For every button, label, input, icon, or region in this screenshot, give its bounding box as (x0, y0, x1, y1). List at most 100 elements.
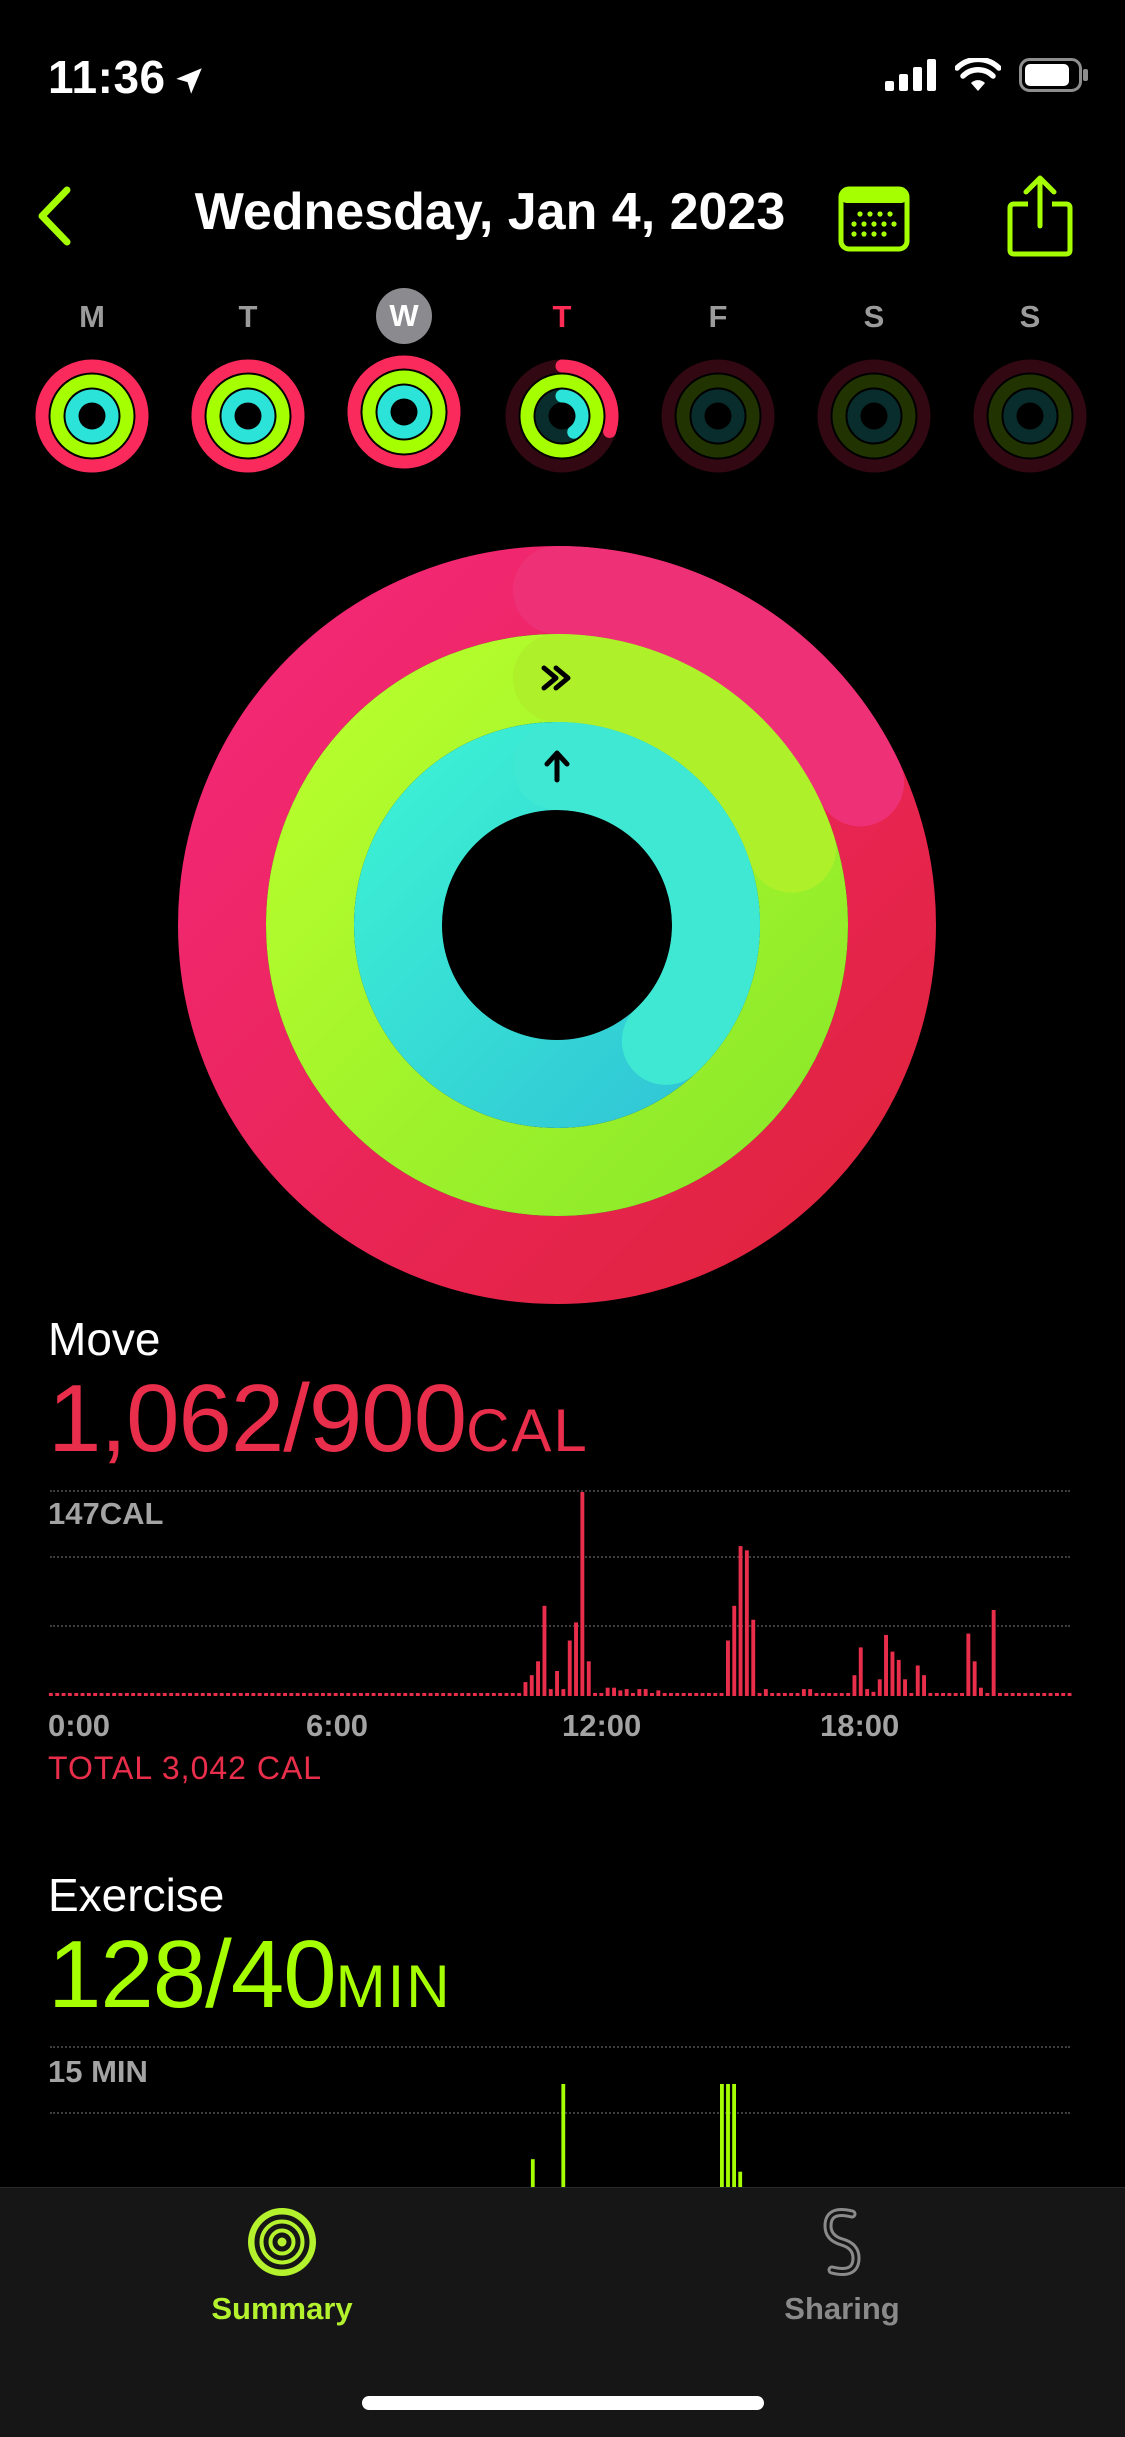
share-icon (1007, 175, 1073, 257)
chart-bar (801, 1689, 806, 1696)
chart-bar (226, 1693, 230, 1696)
stand-ring-progress (555, 389, 589, 439)
chart-bar (396, 1693, 401, 1696)
chart-bar (200, 1693, 205, 1696)
tab-summary[interactable]: Summary (152, 2204, 412, 2327)
x-tick-label: 18:00 (820, 1708, 900, 1743)
chart-bar (877, 1679, 882, 1696)
chart-bar (726, 2084, 730, 2196)
exercise-label: Exercise (48, 1869, 225, 1921)
chart-bar (567, 1640, 572, 1696)
chart-bar (390, 1693, 395, 1696)
chart-bar (624, 1689, 629, 1696)
stand-ring-progress (65, 389, 119, 443)
move-unit: CAL (466, 1397, 589, 1464)
chart-bar (726, 1640, 730, 1696)
chart-bar (884, 1634, 888, 1696)
mini-ring (973, 359, 1087, 473)
status-time: 11:36 (48, 50, 206, 104)
stand-ring (354, 722, 760, 1128)
chart-bar (453, 1693, 458, 1696)
home-indicator (362, 2396, 764, 2410)
chart-bar (732, 1605, 737, 1696)
exercise-value: 128/40 (48, 1921, 337, 2028)
week-day-wed[interactable]: W (344, 288, 464, 472)
chart-bar (169, 1693, 174, 1696)
move-value-row: 1,062/900CAL (48, 1364, 589, 1474)
status-time-text: 11:36 (48, 51, 166, 103)
chart-bar (403, 1693, 408, 1696)
wifi-icon (955, 58, 1001, 91)
chart-bar (763, 1689, 768, 1696)
chart-bar (517, 1693, 522, 1696)
mini-ring (35, 359, 149, 473)
chart-bar (719, 1693, 724, 1696)
chart-bar (1036, 1693, 1040, 1696)
chart-bar (903, 1679, 907, 1696)
share-button[interactable] (1000, 174, 1080, 258)
chart-bar (574, 1622, 578, 1696)
chart-bar (612, 1687, 616, 1696)
chart-bar (966, 1633, 971, 1696)
chart-bar (922, 1675, 926, 1696)
chart-bar (352, 1693, 357, 1696)
chart-bar (289, 1693, 294, 1696)
chart-bar (972, 1661, 977, 1696)
chart-bar (757, 1693, 762, 1696)
chart-bar (1055, 1693, 1059, 1696)
chart-bar (820, 1693, 825, 1696)
chart-bar (61, 1693, 66, 1696)
chart-bar (48, 1693, 53, 1696)
chart-bar (472, 1693, 477, 1696)
chart-bar (529, 1675, 534, 1696)
chart-bar (194, 1693, 199, 1696)
chart-bar (953, 1693, 958, 1696)
week-day-thu[interactable]: T (502, 292, 622, 476)
chart-bar (86, 1693, 91, 1696)
activity-rings[interactable] (172, 540, 942, 1310)
chart-bar (960, 1693, 964, 1696)
week-day-mon[interactable]: M (32, 292, 152, 476)
chart-bar (555, 1671, 559, 1696)
chart-bar (700, 1693, 705, 1696)
chart-bar (156, 1693, 161, 1696)
chart-bar (112, 1693, 117, 1696)
chart-bar (593, 1693, 597, 1696)
chart-bar (1048, 1693, 1053, 1696)
week-day-sat[interactable]: S (814, 292, 934, 476)
chart-bar (105, 1693, 110, 1696)
chart-bar (662, 1693, 667, 1696)
chart-bar (789, 1693, 794, 1696)
move-value: 1,062/900 (48, 1365, 467, 1472)
chart-bar (713, 1693, 718, 1696)
chart-bar (523, 1682, 528, 1696)
chart-bar (580, 1492, 585, 1696)
chart-bar (371, 1693, 376, 1696)
chart-bar (504, 1693, 509, 1696)
chart-bar (422, 1693, 427, 1696)
day-letter: T (552, 299, 572, 334)
chart-bar (137, 1693, 142, 1696)
day-letter: S (863, 299, 885, 334)
mini-ring (661, 359, 775, 473)
chart-bar (188, 1693, 192, 1696)
chart-bar (681, 1693, 686, 1696)
chart-bar (915, 1665, 920, 1696)
chart-bar (542, 1605, 547, 1696)
chart-bar (283, 1693, 287, 1696)
chart-bar (118, 1693, 123, 1696)
chart-bar (833, 1693, 838, 1696)
move-label: Move (48, 1313, 161, 1365)
exercise-chart (530, 2084, 743, 2196)
tab-sharing[interactable]: Sharing (712, 2204, 972, 2327)
week-day-fri[interactable]: F (658, 292, 778, 476)
chart-bar (510, 1693, 515, 1696)
calendar-button[interactable] (838, 186, 910, 252)
chart-bar (479, 1693, 484, 1696)
chart-bar (858, 1647, 863, 1696)
chart-bar (536, 1661, 540, 1696)
chart-bar (333, 1693, 338, 1696)
week-day-sun[interactable]: S (970, 292, 1090, 476)
week-day-tue[interactable]: T (188, 292, 308, 476)
move-total: TOTAL 3,042 CAL (48, 1750, 323, 1786)
